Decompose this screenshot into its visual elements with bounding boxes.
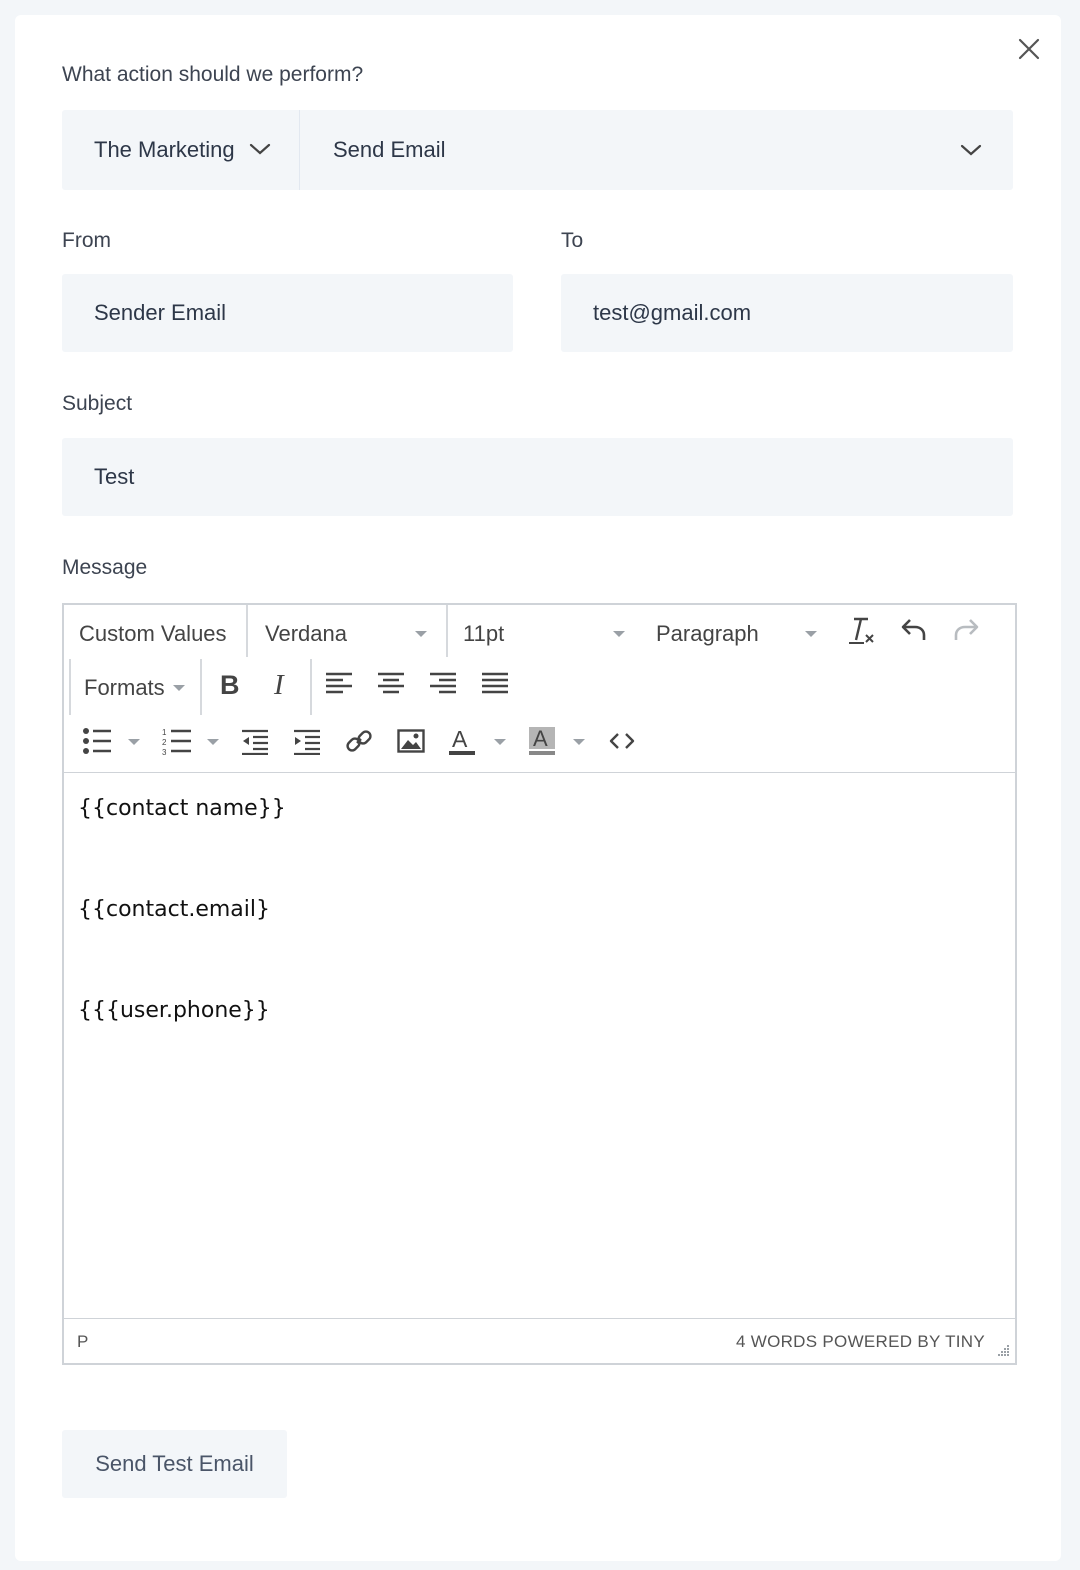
from-label: From (62, 229, 111, 252)
svg-text:2: 2 (162, 738, 167, 747)
content-line: {{{user.phone}} (78, 998, 270, 1023)
action-select-row: The Marketing Send Email (62, 110, 1013, 190)
action-label: What action should we perform? (62, 63, 364, 86)
toolbar-divider (200, 659, 202, 715)
content-line: {{contact name}} (78, 796, 286, 821)
editor-toolbar: Custom Values Verdana 11pt Paragraph For… (64, 605, 1015, 773)
numbered-list-caret-icon[interactable] (207, 739, 219, 745)
bullet-list-caret-icon[interactable] (128, 739, 140, 745)
action-select-value: Send Email (333, 137, 446, 162)
formats-caret-icon (173, 685, 185, 691)
message-label: Message (62, 556, 148, 579)
text-color-caret-icon[interactable] (494, 739, 506, 745)
resize-handle-icon[interactable] (995, 1343, 1011, 1359)
toolbar-divider (246, 605, 248, 657)
svg-text:B: B (220, 670, 240, 698)
bullet-list-icon[interactable] (82, 727, 112, 755)
svg-text:A: A (533, 726, 548, 751)
text-color-icon[interactable]: A (448, 725, 476, 757)
redo-icon[interactable] (952, 617, 980, 643)
indent-icon[interactable] (293, 729, 321, 755)
outdent-icon[interactable] (241, 729, 269, 755)
to-field[interactable]: test@gmail.com (561, 274, 1013, 352)
block-format-caret-icon (805, 631, 817, 637)
to-label: To (561, 229, 584, 252)
rich-text-editor: Custom Values Verdana 11pt Paragraph For… (62, 603, 1017, 1365)
subject-label: Subject (62, 392, 133, 415)
bold-icon[interactable]: B (217, 670, 243, 698)
action-select[interactable]: Send Email (301, 110, 1013, 190)
element-path[interactable]: P (77, 1332, 88, 1352)
svg-text:I: I (273, 670, 285, 698)
app-select-value: The Marketing (94, 137, 235, 162)
editor-content[interactable]: {{contact name}} {{contact.email} {{{use… (64, 773, 1015, 1318)
background-color-caret-icon[interactable] (573, 739, 585, 745)
svg-text:3: 3 (162, 748, 167, 755)
clear-formatting-icon[interactable] (846, 615, 876, 647)
undo-icon[interactable] (900, 617, 928, 643)
align-center-icon[interactable] (377, 672, 405, 696)
action-modal: What action should we perform? The Marke… (15, 15, 1061, 1561)
italic-icon[interactable]: I (269, 670, 295, 698)
align-left-icon[interactable] (325, 672, 353, 696)
background-color-icon[interactable]: A (528, 725, 556, 757)
chevron-down-icon (249, 143, 271, 155)
block-format-select[interactable]: Paragraph (656, 621, 759, 647)
word-count-branding: 4 WORDS POWERED BY TINY (735, 1332, 985, 1351)
svg-text:A: A (452, 726, 468, 752)
font-size-caret-icon (613, 631, 625, 637)
align-justify-icon[interactable] (481, 672, 509, 696)
chevron-down-icon (960, 144, 982, 156)
toolbar-divider (310, 659, 312, 715)
font-family-caret-icon (415, 631, 427, 637)
font-size-select[interactable]: 11pt (463, 621, 504, 647)
numbered-list-icon[interactable]: 1 2 3 (162, 727, 192, 755)
subject-field[interactable]: Test (62, 438, 1013, 516)
link-icon[interactable] (345, 727, 373, 755)
to-value: test@gmail.com (593, 300, 752, 325)
align-right-icon[interactable] (429, 672, 457, 696)
subject-value: Test (94, 464, 135, 489)
custom-values-button[interactable]: Custom Values (79, 621, 227, 647)
close-icon[interactable] (1015, 35, 1043, 63)
from-value: Sender Email (94, 300, 227, 325)
send-test-email-button[interactable]: Send Test Email (62, 1430, 287, 1498)
content-line: {{contact.email} (78, 897, 270, 922)
formats-menu[interactable]: Formats (84, 675, 165, 701)
image-icon[interactable] (397, 729, 425, 753)
toolbar-divider (69, 659, 71, 715)
app-select[interactable]: The Marketing (62, 110, 300, 190)
editor-statusbar: P 4 WORDS POWERED BY TINY (64, 1318, 1015, 1363)
svg-text:1: 1 (162, 728, 167, 737)
source-code-icon[interactable] (609, 729, 635, 753)
toolbar-divider (446, 605, 448, 657)
font-family-select[interactable]: Verdana (265, 621, 347, 647)
from-field[interactable]: Sender Email (62, 274, 513, 352)
